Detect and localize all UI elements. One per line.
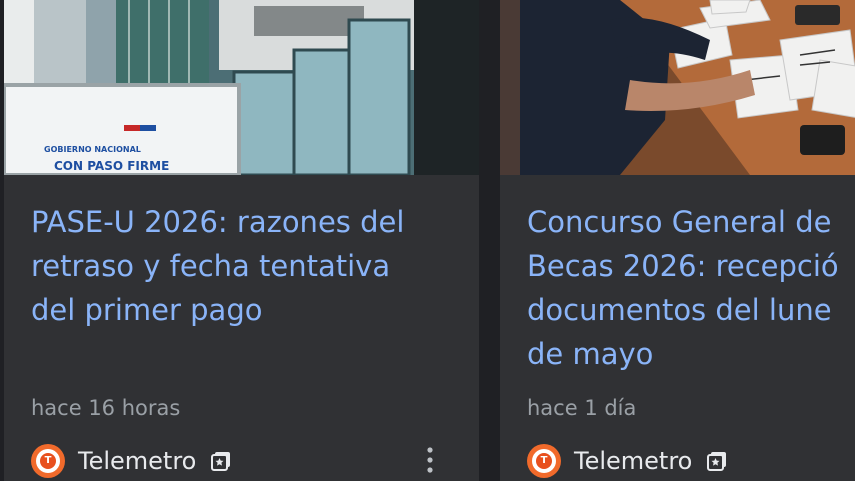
source-row: T Telemetro xyxy=(31,441,232,481)
google-news-source-icon xyxy=(210,450,232,472)
news-thumbnail[interactable]: GOBIERNO NACIONAL CON PASO FIRME xyxy=(4,0,479,175)
news-card[interactable]: Concurso General de Becas 2026: recepció… xyxy=(500,0,855,481)
publish-time: hace 16 horas xyxy=(31,396,181,420)
google-news-source-icon xyxy=(706,450,728,472)
source-name[interactable]: Telemetro xyxy=(574,446,692,476)
news-thumbnail[interactable] xyxy=(500,0,855,175)
thumbnail-sign-line2: CON PASO FIRME xyxy=(54,159,169,173)
telemetro-logo-icon: T xyxy=(527,444,561,478)
thumbnail-sign-line1: GOBIERNO NACIONAL xyxy=(44,145,141,154)
news-headline[interactable]: PASE-U 2026: razones del retraso y fecha… xyxy=(31,200,461,332)
news-headline[interactable]: Concurso General de Becas 2026: recepció… xyxy=(527,200,855,376)
news-card[interactable]: GOBIERNO NACIONAL CON PASO FIRME PASE-U … xyxy=(4,0,479,481)
news-feed-viewport: GOBIERNO NACIONAL CON PASO FIRME PASE-U … xyxy=(0,0,855,481)
publish-time: hace 1 día xyxy=(527,396,637,420)
source-row: T Telemetro xyxy=(527,441,728,481)
more-vert-icon[interactable] xyxy=(423,445,437,475)
source-name[interactable]: Telemetro xyxy=(78,446,196,476)
telemetro-logo-icon: T xyxy=(31,444,65,478)
